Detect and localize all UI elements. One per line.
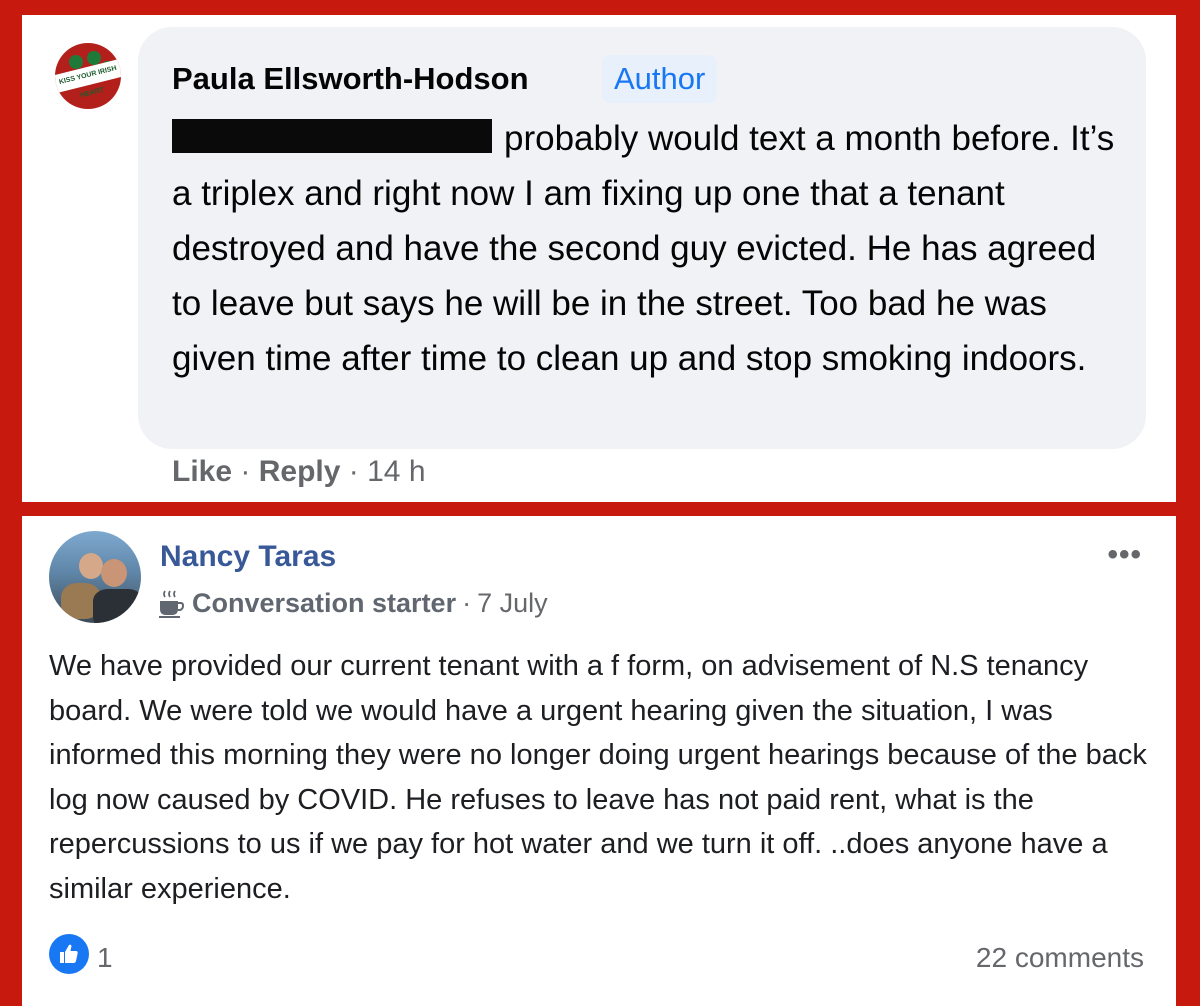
thumbs-up-glyph <box>60 944 78 963</box>
comment-actions: Like · Reply · 14 h <box>172 455 426 489</box>
avatar-shirt <box>93 589 141 623</box>
comments-count[interactable]: 22 comments <box>976 942 1144 974</box>
avatar-person <box>79 553 103 579</box>
comment-author-name[interactable]: Paula Ellsworth-Hodson <box>172 61 529 97</box>
redacted-mention <box>172 119 492 153</box>
comment-bubble: Paula Ellsworth-Hodson Author probably w… <box>138 27 1146 449</box>
comment-timestamp[interactable]: 14 h <box>367 455 425 488</box>
clover-icon <box>69 55 83 69</box>
post-date[interactable]: 7 July <box>477 588 548 619</box>
author-badge: Author <box>602 55 718 103</box>
thumbs-up-icon[interactable] <box>49 934 89 974</box>
more-options-icon[interactable]: ••• <box>1107 538 1142 572</box>
avatar-person <box>101 559 127 587</box>
commenter-avatar[interactable]: KISS YOUR IRISH HEART <box>55 43 121 109</box>
post-meta: Conversation starter · 7 July <box>158 588 548 619</box>
coffee-cup-icon <box>159 590 184 618</box>
comment-panel: KISS YOUR IRISH HEART Paula Ellsworth-Ho… <box>22 15 1176 502</box>
reply-link[interactable]: Reply <box>259 455 341 488</box>
poster-avatar[interactable] <box>49 531 141 623</box>
post-panel: Nancy Taras Conversation starter · 7 Jul… <box>22 516 1176 1006</box>
conversation-starter-badge: Conversation starter <box>192 588 457 618</box>
separator: · <box>462 588 472 618</box>
reaction-count[interactable]: 1 <box>97 942 113 974</box>
separator: · <box>240 455 251 488</box>
poster-name[interactable]: Nancy Taras <box>160 540 336 574</box>
post-text: We have provided our current tenant with… <box>49 650 1147 905</box>
like-link[interactable]: Like <box>172 455 232 488</box>
avatar-logo-text: KISS YOUR IRISH HEART <box>55 58 121 99</box>
separator: · <box>348 455 359 488</box>
